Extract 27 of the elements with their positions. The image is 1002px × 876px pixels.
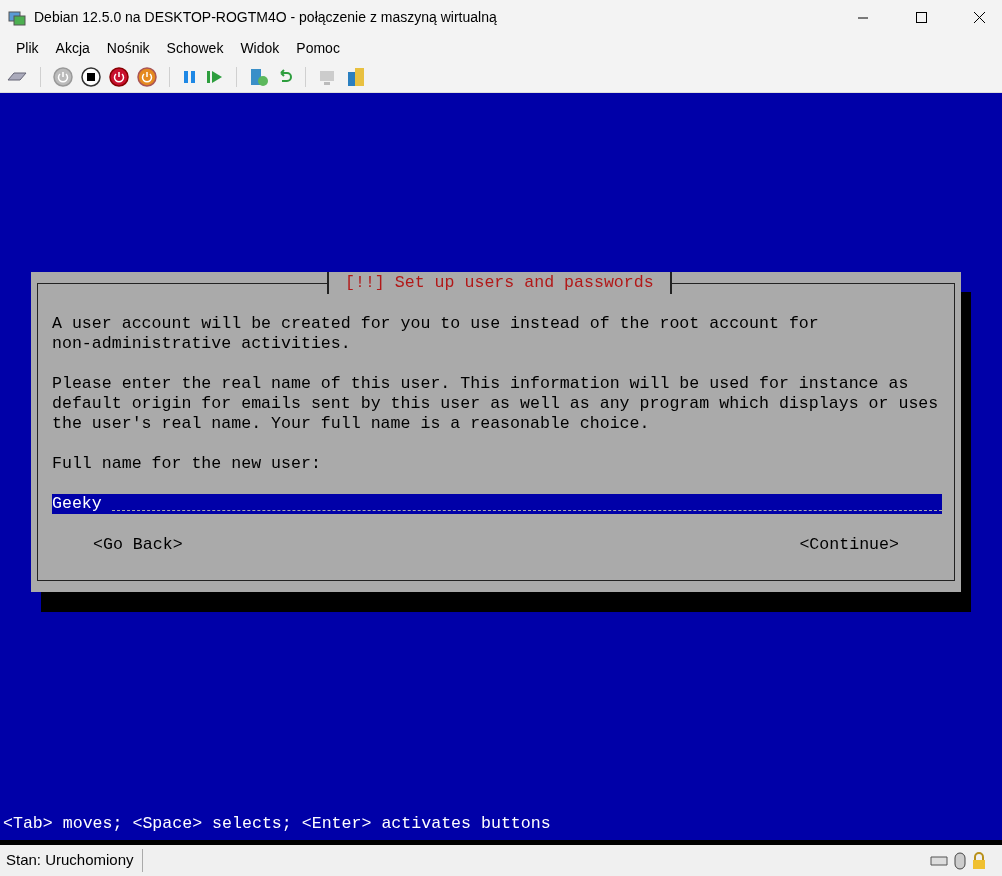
computer-icon [8, 9, 26, 26]
menu-item[interactable]: Pomoc [288, 38, 348, 59]
stop-icon[interactable] [81, 67, 101, 87]
window-title: Debian 12.5.0 na DESKTOP-ROGTM4O - połączenie z maszyną wirtualną [34, 8, 497, 27]
play-icon[interactable] [206, 69, 224, 85]
pause-icon[interactable] [182, 69, 198, 85]
power-icon[interactable] [109, 67, 129, 87]
menu-item[interactable]: Widok [232, 38, 288, 59]
maximize-icon[interactable] [915, 12, 927, 23]
lock-icon [972, 851, 986, 870]
help-line: <Tab> moves; <Space> selects; <Enter> activates buttons [3, 814, 551, 834]
menu-item[interactable]: Plik [8, 38, 47, 59]
menu-item[interactable]: Schowek [158, 38, 232, 59]
status-text: Stan: Uruchomiony [6, 849, 143, 872]
dialog-title: [!!] Set up users and passwords [327, 272, 672, 294]
dialog-button[interactable]: <Continue> [799, 535, 899, 555]
input-field[interactable]: Geeky [52, 494, 942, 514]
dialog-button[interactable]: <Go Back> [93, 535, 183, 555]
dialog-text: Please enter the real name of this user. This information will be used for instance as default origin for emails sent by this user as well as any program which displays or uses the user's real name. Your full name is a reasonable choice. [52, 374, 940, 434]
close-icon[interactable] [973, 12, 985, 23]
dialog-text: A user account will be created for you to use instead of the root account for non-administrative activities. [52, 314, 820, 354]
menu-item[interactable]: Nośnik [98, 38, 158, 59]
menu-item[interactable]: Akcja [47, 38, 98, 59]
mouse-icon [954, 851, 966, 870]
power-icon[interactable] [137, 67, 157, 87]
minimize-icon[interactable] [858, 16, 868, 19]
field-label: Full name for the new user: [52, 454, 322, 474]
